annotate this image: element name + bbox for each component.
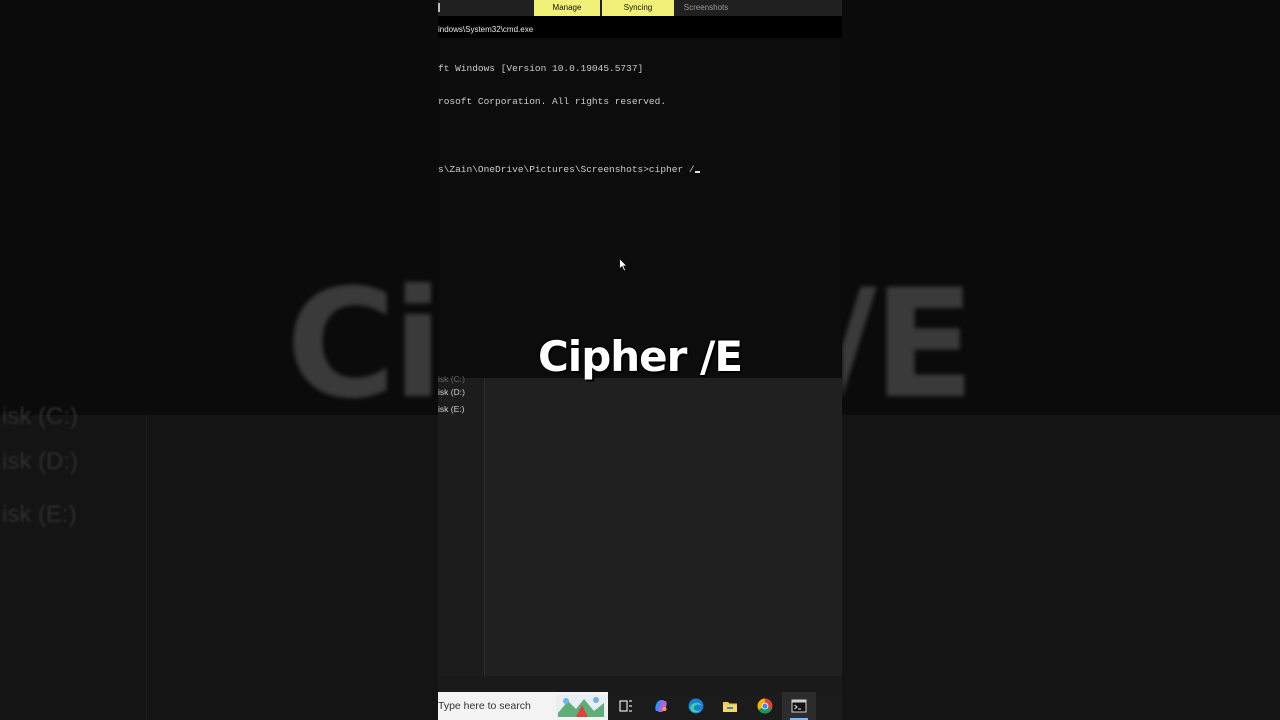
file-explorer-pane: isk (C:) isk (D:) isk (E:)	[438, 374, 842, 676]
copilot-icon[interactable]	[652, 697, 670, 715]
chrome-icon[interactable]	[756, 697, 774, 715]
nav-drive-d[interactable]: isk (D:)	[438, 387, 465, 397]
screen-frame: Manage Syncing Screenshots indows\System…	[438, 0, 842, 720]
background-caption-right-text: /E	[842, 270, 975, 420]
taskbar-search-box[interactable]: Type here to search	[438, 692, 608, 720]
console-line-copyright: rosoft Corporation. All rights reserved.	[438, 96, 667, 108]
video-caption: Cipher /E	[537, 332, 743, 381]
console-line-version: ft Windows [Version 10.0.19045.5737]	[438, 62, 644, 74]
background-drive-d: isk (D:)	[2, 448, 78, 475]
background-explorer-left: isk (C:) isk (D:) isk (E:)	[0, 403, 438, 720]
console-prompt-text: s\Zain\OneDrive\Pictures\Screenshots>cip…	[438, 163, 695, 175]
cmd-title-text: indows\System32\cmd.exe	[438, 25, 534, 34]
file-explorer-icon[interactable]	[721, 697, 739, 715]
tab-syncing[interactable]: Syncing	[602, 0, 674, 16]
background-drive-e: isk (E:)	[2, 501, 77, 528]
background-drive-c: isk (C:)	[2, 403, 78, 430]
task-view-icon[interactable]	[617, 697, 635, 715]
cmd-console[interactable]: ft Windows [Version 10.0.19045.5737] ros…	[438, 40, 842, 198]
terminal-icon	[791, 699, 807, 713]
cmd-title-bar[interactable]: indows\System32\cmd.exe	[438, 16, 842, 38]
explorer-ribbon: Manage Syncing Screenshots	[438, 0, 842, 16]
taskbar-search-placeholder: Type here to search	[438, 700, 531, 712]
background-nav-divider	[146, 415, 147, 720]
tab-manage[interactable]: Manage	[534, 0, 600, 16]
mouse-pointer-icon	[619, 258, 628, 272]
explorer-nav-pane: isk (C:) isk (D:) isk (E:)	[438, 374, 485, 676]
taskbar-cmd-active[interactable]	[782, 692, 816, 720]
tab-screenshots[interactable]: Screenshots	[676, 0, 736, 16]
edge-icon[interactable]	[687, 697, 705, 715]
windows-taskbar: Type here to search	[438, 692, 842, 720]
background-caption-right: /E	[842, 270, 1280, 420]
text-cursor	[694, 170, 700, 173]
background-caption-left: Ci	[286, 258, 443, 432]
explorer-status-bar	[438, 676, 842, 692]
console-line-prompt: s\Zain\OneDrive\Pictures\Screenshots>cip…	[438, 164, 842, 175]
background-explorer-right	[842, 415, 1280, 720]
search-highlight-art-icon	[556, 695, 606, 717]
nav-drive-e[interactable]: isk (E:)	[438, 404, 464, 414]
ribbon-edge	[438, 3, 440, 12]
